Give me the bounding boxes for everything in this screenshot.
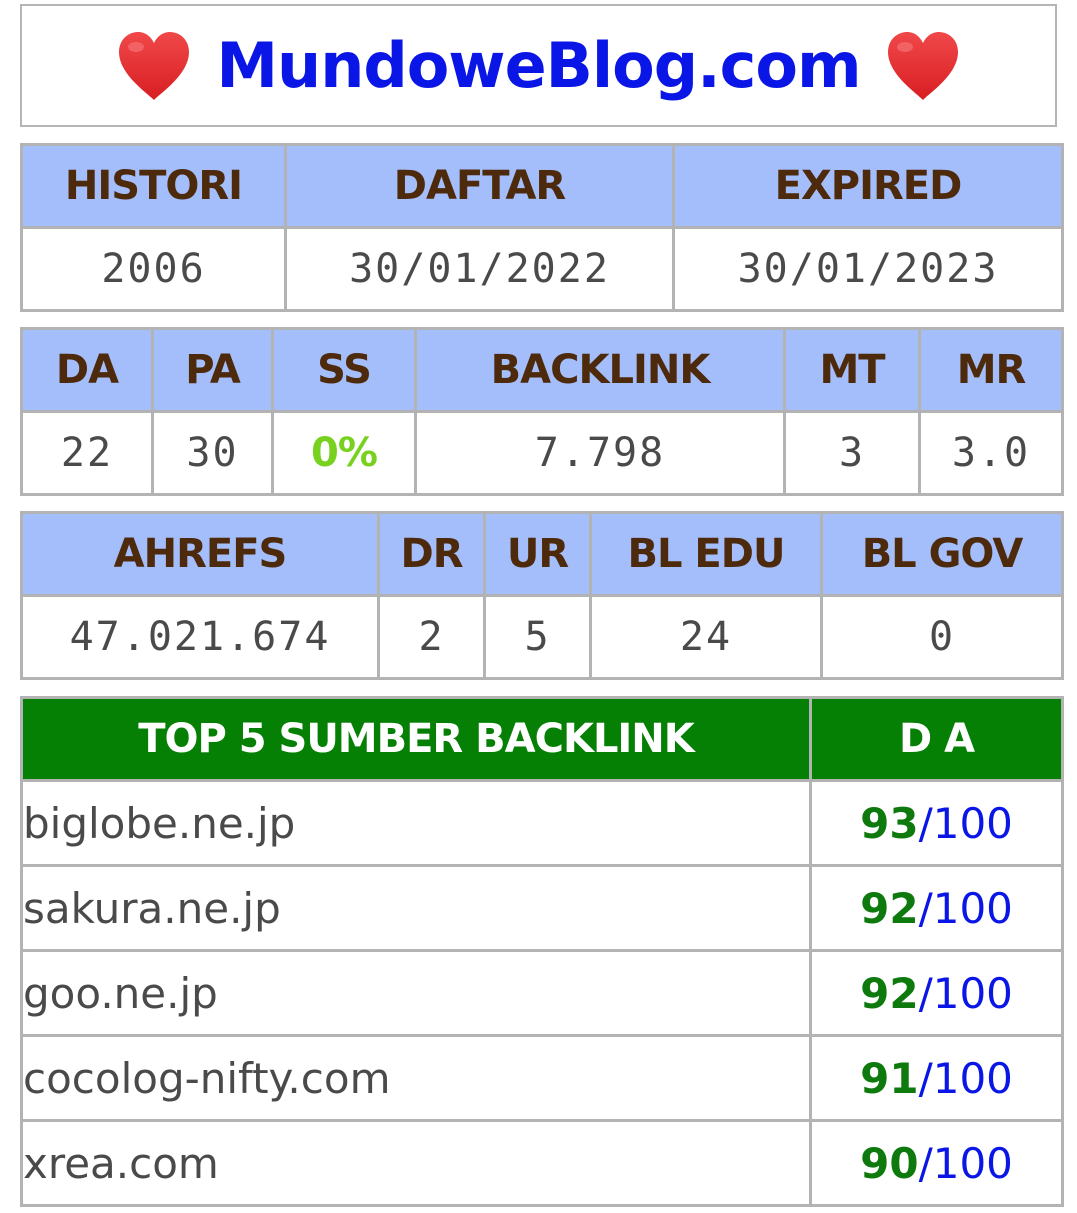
top-da-header: D A (809, 696, 1064, 782)
score-value: 92 (860, 883, 919, 933)
ur-header: UR (483, 511, 592, 597)
ahrefs-value: 47.021.674 (20, 594, 380, 680)
heart-icon (119, 31, 190, 100)
ur-value: 5 (483, 594, 592, 680)
heart-icon (887, 31, 958, 100)
bl-edu-value: 24 (589, 594, 823, 680)
ahrefs-stats-value-row: 47.021.674 2 5 24 0 (20, 594, 1064, 680)
score-value: 93 (860, 798, 919, 848)
bl-edu-header: BL EDU (589, 511, 823, 597)
table-row: xrea.com 90/100 (20, 1119, 1064, 1207)
mr-header: MR (918, 327, 1064, 413)
score-separator: / (918, 883, 933, 933)
da-header: DA (20, 327, 154, 413)
dr-header: DR (377, 511, 486, 597)
site-title-box: MundoweBlog.com (20, 4, 1057, 127)
daftar-header: DAFTAR (284, 143, 675, 229)
backlink-score: 90/100 (809, 1119, 1064, 1207)
dr-value: 2 (377, 594, 486, 680)
ss-header: SS (271, 327, 417, 413)
expired-value: 30/01/2023 (672, 226, 1064, 312)
ahrefs-stats-table: AHREFS DR UR BL EDU BL GOV 47.021.674 2 … (20, 511, 1064, 680)
score-separator: / (918, 1138, 933, 1188)
bl-gov-value: 0 (820, 594, 1064, 680)
score-value: 92 (860, 968, 919, 1018)
backlink-domain: goo.ne.jp (20, 949, 812, 1037)
backlink-value: 7.798 (414, 410, 786, 496)
ahrefs-stats-header-row: AHREFS DR UR BL EDU BL GOV (20, 511, 1064, 597)
mt-value: 3 (783, 410, 921, 496)
score-value: 90 (860, 1138, 919, 1188)
backlink-score: 93/100 (809, 779, 1064, 867)
backlink-domain: xrea.com (20, 1119, 812, 1207)
moz-stats-header-row: DA PA SS BACKLINK MT MR (20, 327, 1064, 413)
moz-stats-value-row: 22 30 0% 7.798 3 3.0 (20, 410, 1064, 496)
site-title: MundoweBlog.com (216, 29, 861, 102)
histori-header: HISTORI (20, 143, 287, 229)
daftar-value: 30/01/2022 (284, 226, 675, 312)
backlink-header: BACKLINK (414, 327, 786, 413)
table-row: sakura.ne.jp 92/100 (20, 864, 1064, 952)
domain-info-table: HISTORI DAFTAR EXPIRED 2006 30/01/2022 3… (20, 143, 1064, 312)
score-separator: / (918, 968, 933, 1018)
score-max: 100 (932, 798, 1013, 848)
pa-header: PA (151, 327, 274, 413)
backlink-domain: sakura.ne.jp (20, 864, 812, 952)
pa-value: 30 (151, 410, 274, 496)
score-separator: / (918, 1053, 933, 1103)
moz-stats-table: DA PA SS BACKLINK MT MR 22 30 0% 7.798 3… (20, 327, 1064, 496)
table-row: goo.ne.jp 92/100 (20, 949, 1064, 1037)
ss-value: 0% (311, 430, 378, 476)
score-max: 100 (932, 1053, 1013, 1103)
table-row: biglobe.ne.jp 93/100 (20, 779, 1064, 867)
score-max: 100 (932, 883, 1013, 933)
ahrefs-header: AHREFS (20, 511, 380, 597)
mr-value: 3.0 (918, 410, 1064, 496)
score-separator: / (918, 798, 933, 848)
score-value: 91 (860, 1053, 919, 1103)
histori-value: 2006 (20, 226, 287, 312)
domain-info-value-row: 2006 30/01/2022 30/01/2023 (20, 226, 1064, 312)
score-max: 100 (932, 968, 1013, 1018)
mt-header: MT (783, 327, 921, 413)
backlink-domain: biglobe.ne.jp (20, 779, 812, 867)
expired-header: EXPIRED (672, 143, 1064, 229)
domain-info-header-row: HISTORI DAFTAR EXPIRED (20, 143, 1064, 229)
score-max: 100 (932, 1138, 1013, 1188)
da-value: 22 (20, 410, 154, 496)
ss-value-cell: 0% (271, 410, 417, 496)
table-row: cocolog-nifty.com 91/100 (20, 1034, 1064, 1122)
backlink-domain: cocolog-nifty.com (20, 1034, 812, 1122)
top-backlink-header-row: TOP 5 SUMBER BACKLINK D A (20, 696, 1064, 782)
top-source-header: TOP 5 SUMBER BACKLINK (20, 696, 812, 782)
top-backlink-table: TOP 5 SUMBER BACKLINK D A biglobe.ne.jp … (20, 696, 1064, 1207)
backlink-score: 92/100 (809, 864, 1064, 952)
backlink-score: 92/100 (809, 949, 1064, 1037)
bl-gov-header: BL GOV (820, 511, 1064, 597)
backlink-score: 91/100 (809, 1034, 1064, 1122)
